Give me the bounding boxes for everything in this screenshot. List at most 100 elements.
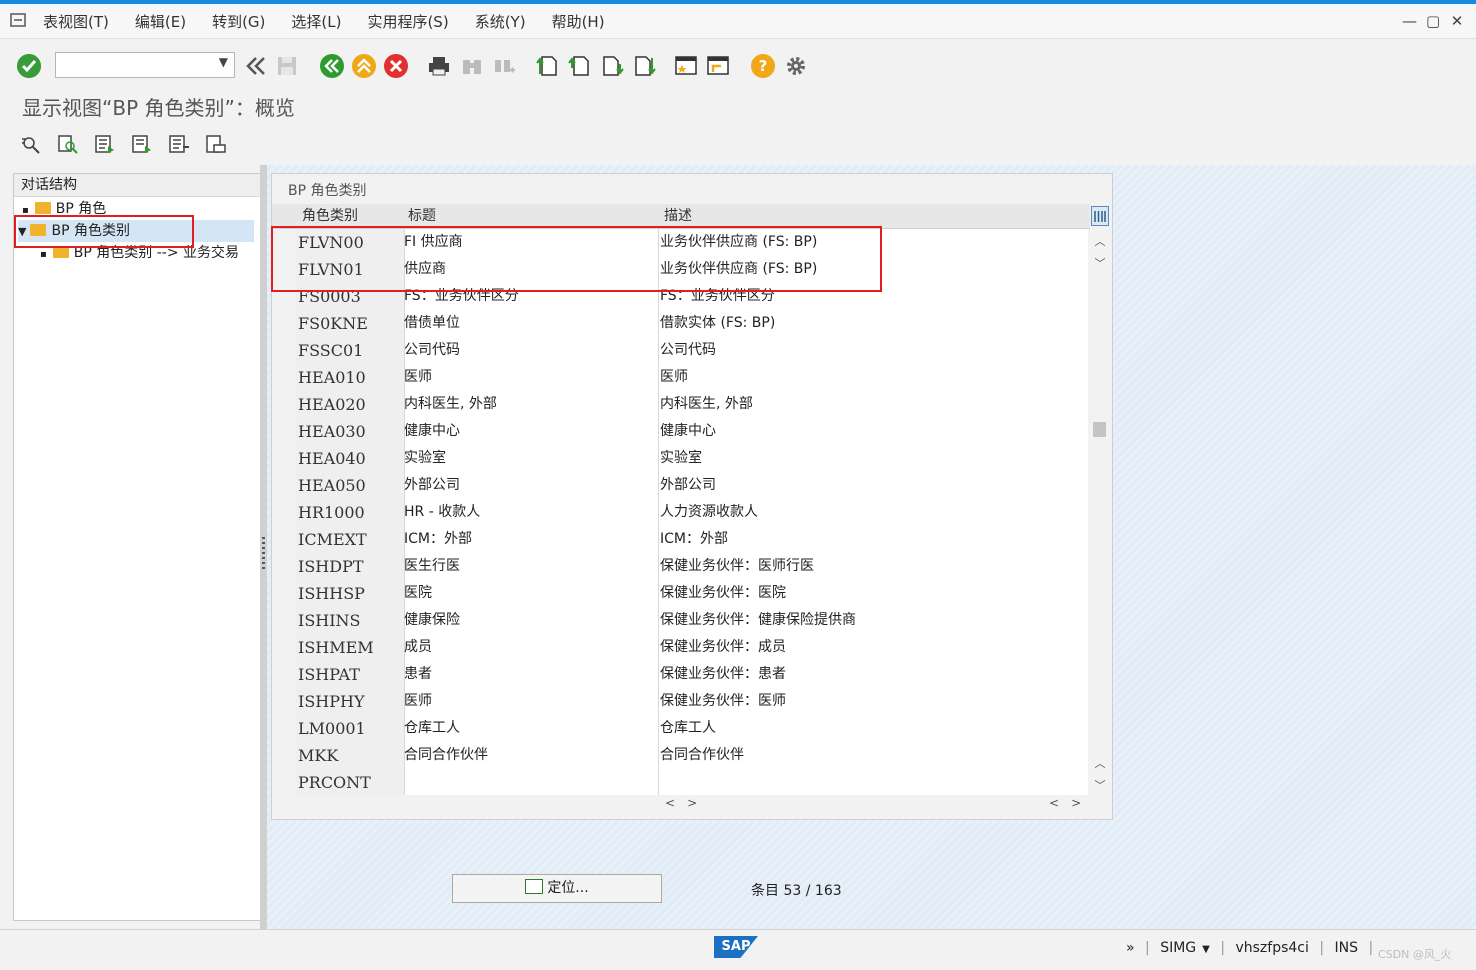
menu-item-6[interactable]: 帮助(H) xyxy=(552,11,605,32)
table-row[interactable]: ISHPAT 患者 保健业务伙伴：患者 xyxy=(272,661,1088,689)
first-page-icon[interactable] xyxy=(536,54,560,78)
row-selector[interactable] xyxy=(272,526,297,553)
table-row[interactable]: ISHMEM 成员 保健业务伙伴：成员 xyxy=(272,634,1088,662)
close-icon[interactable]: ✕ xyxy=(1450,12,1464,30)
shortcut-icon[interactable] xyxy=(706,54,730,78)
chevron-down-icon[interactable]: ▼ xyxy=(1202,944,1210,955)
cell-description[interactable]: 实验室 xyxy=(660,445,1086,472)
cell-description[interactable]: 合同合作伙伴 xyxy=(660,742,1086,769)
select-block-icon[interactable] xyxy=(131,134,153,154)
cell-description[interactable]: 保健业务伙伴：医师行医 xyxy=(660,553,1086,580)
row-selector[interactable] xyxy=(272,742,297,769)
cell-description[interactable]: 保健业务伙伴：患者 xyxy=(660,661,1086,688)
cell-title[interactable]: 借债单位 xyxy=(404,310,659,337)
previous-page-icon[interactable] xyxy=(568,54,592,78)
row-selector[interactable] xyxy=(272,391,297,418)
horizontal-scroll-left-group[interactable]: <> xyxy=(665,796,709,810)
row-selector[interactable] xyxy=(272,364,297,391)
column-header-role-category[interactable]: 角色类别 xyxy=(302,204,358,228)
table-row[interactable]: ICMEXT ICM：外部 ICM：外部 xyxy=(272,526,1088,554)
enter-check-icon[interactable] xyxy=(17,54,41,78)
table-row[interactable]: ISHINS 健康保险 保健业务伙伴：健康保险提供商 xyxy=(272,607,1088,635)
cell-description[interactable]: 健康中心 xyxy=(660,418,1086,445)
create-session-icon[interactable] xyxy=(674,54,698,78)
row-selector[interactable] xyxy=(272,337,297,364)
cancel-icon[interactable] xyxy=(384,54,408,78)
scroll-page-up-icon[interactable]: ︿ xyxy=(1093,755,1107,770)
table-row[interactable]: FS0KNE 借债单位 借款实体 (FS: BP) xyxy=(272,310,1088,338)
gear-icon[interactable] xyxy=(784,54,808,78)
splitter-handle[interactable] xyxy=(262,537,265,569)
row-selector[interactable] xyxy=(272,661,297,688)
display-change-icon[interactable] xyxy=(20,134,42,154)
row-selector[interactable] xyxy=(272,715,297,742)
scroll-left-icon[interactable]: < xyxy=(1049,796,1071,810)
table-row[interactable]: HEA010 医师 医师 xyxy=(272,364,1088,392)
table-row[interactable]: PRCONT xyxy=(272,769,1088,795)
save-icon[interactable] xyxy=(275,54,299,78)
cell-title[interactable]: 医师 xyxy=(404,364,659,391)
cell-title[interactable]: HR - 收款人 xyxy=(404,499,659,526)
cell-title[interactable]: 患者 xyxy=(404,661,659,688)
restore-icon[interactable]: ▢ xyxy=(1426,12,1440,30)
collapse-left-icon[interactable] xyxy=(244,54,268,78)
back-icon[interactable] xyxy=(320,54,344,78)
scroll-left-icon[interactable]: < xyxy=(665,796,687,810)
deselect-all-icon[interactable] xyxy=(168,134,190,154)
last-page-icon[interactable] xyxy=(632,54,656,78)
menu-item-1[interactable]: 编辑(E) xyxy=(135,11,186,32)
select-all-icon[interactable] xyxy=(94,134,116,154)
menu-item-2[interactable]: 转到(G) xyxy=(212,11,265,32)
row-selector[interactable] xyxy=(272,553,297,580)
cell-title[interactable]: 医师 xyxy=(404,688,659,715)
find-next-icon[interactable] xyxy=(492,54,516,78)
menu-item-4[interactable]: 实用程序(S) xyxy=(367,11,448,32)
cell-description[interactable]: 外部公司 xyxy=(660,472,1086,499)
table-row[interactable]: HEA040 实验室 实验室 xyxy=(272,445,1088,473)
cell-description[interactable]: 人力资源收款人 xyxy=(660,499,1086,526)
row-selector[interactable] xyxy=(272,607,297,634)
row-selector[interactable] xyxy=(272,499,297,526)
table-row[interactable]: ISHDPT 医生行医 保健业务伙伴：医师行医 xyxy=(272,553,1088,581)
cell-title[interactable]: 医院 xyxy=(404,580,659,607)
scroll-page-down-icon[interactable]: ﹀ xyxy=(1093,255,1107,270)
horizontal-scroll-right-group[interactable]: <> xyxy=(1049,796,1093,810)
table-row[interactable]: LM0001 仓库工人 仓库工人 xyxy=(272,715,1088,743)
minimize-icon[interactable]: — xyxy=(1402,12,1417,30)
cell-description[interactable]: 公司代码 xyxy=(660,337,1086,364)
insert-mode[interactable]: INS xyxy=(1335,940,1359,956)
row-selector[interactable] xyxy=(272,688,297,715)
cell-title[interactable]: 健康中心 xyxy=(404,418,659,445)
table-row[interactable]: HEA020 内科医生, 外部 内科医生, 外部 xyxy=(272,391,1088,419)
cell-title[interactable]: 合同合作伙伴 xyxy=(404,742,659,769)
expand-status-icon[interactable]: » xyxy=(1126,940,1135,956)
scroll-right-icon[interactable]: > xyxy=(687,796,709,810)
column-header-title[interactable]: 标题 xyxy=(408,204,436,228)
row-selector[interactable] xyxy=(272,445,297,472)
table-row[interactable]: ISHHSP 医院 保健业务伙伴：医院 xyxy=(272,580,1088,608)
scroll-up-icon[interactable]: ︿ xyxy=(1093,233,1107,248)
row-selector[interactable] xyxy=(272,418,297,445)
position-button[interactable]: 定位... xyxy=(452,874,662,903)
print-icon[interactable] xyxy=(427,54,451,78)
cell-title[interactable]: 实验室 xyxy=(404,445,659,472)
cell-description[interactable]: 借款实体 (FS: BP) xyxy=(660,310,1086,337)
table-row[interactable]: ISHPHY 医师 保健业务伙伴：医师 xyxy=(272,688,1088,716)
details-icon[interactable] xyxy=(57,134,79,154)
table-row[interactable]: HR1000 HR - 收款人 人力资源收款人 xyxy=(272,499,1088,527)
cell-description[interactable]: ICM：外部 xyxy=(660,526,1086,553)
table-row[interactable]: FSSC01 公司代码 公司代码 xyxy=(272,337,1088,365)
cell-title[interactable]: 健康保险 xyxy=(404,607,659,634)
row-selector[interactable] xyxy=(272,580,297,607)
column-header-description[interactable]: 描述 xyxy=(664,204,692,228)
cell-title[interactable]: 公司代码 xyxy=(404,337,659,364)
menu-item-0[interactable]: 表视图(T) xyxy=(43,11,109,32)
cell-title[interactable]: 医生行医 xyxy=(404,553,659,580)
scroll-right-icon[interactable]: > xyxy=(1071,796,1093,810)
table-settings-icon[interactable] xyxy=(1091,206,1109,226)
scroll-thumb[interactable] xyxy=(1093,422,1106,437)
cell-title[interactable]: ICM：外部 xyxy=(404,526,659,553)
cell-title[interactable]: 仓库工人 xyxy=(404,715,659,742)
help-icon[interactable]: ? xyxy=(751,54,775,78)
menu-icon[interactable] xyxy=(10,13,26,27)
